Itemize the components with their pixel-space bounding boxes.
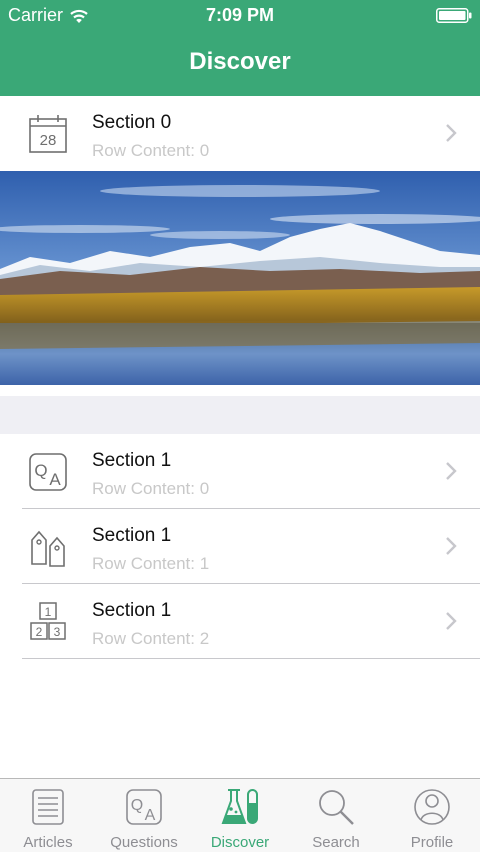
qa-icon: Q A — [126, 789, 162, 825]
chevron-right-icon — [446, 612, 457, 630]
newspaper-icon — [32, 789, 64, 825]
tab-bar: Articles Q A Questions Discover Search P… — [0, 778, 480, 852]
row-title: Section 1 — [92, 600, 172, 621]
battery-icon — [436, 8, 472, 23]
tab-label: Profile — [410, 834, 454, 851]
landscape-banner-image — [0, 171, 480, 385]
tags-icon — [31, 530, 65, 567]
list-item-section1-row2[interactable]: 1 2 3 Section 1 Row Content: 2 — [0, 584, 480, 659]
chevron-right-icon — [446, 462, 457, 480]
tab-label: Discover — [210, 834, 270, 851]
chevron-right-icon — [446, 537, 457, 555]
tab-questions[interactable]: Q A Questions — [96, 779, 192, 852]
chevron-right-icon — [446, 124, 457, 142]
svg-text:A: A — [145, 807, 156, 824]
row-title: Section 1 — [92, 525, 172, 546]
row-title: Section 0 — [92, 112, 172, 133]
tab-label: Questions — [110, 834, 178, 851]
list-item-section0-row0[interactable]: 28 Section 0 Row Content: 0 — [0, 96, 480, 171]
row-title: Section 1 — [92, 450, 172, 471]
row-subtitle: Row Content: 2 — [92, 629, 210, 648]
block-label: 1 — [45, 605, 52, 619]
status-bar: Carrier 7:09 PM — [0, 0, 480, 32]
search-icon — [319, 790, 354, 825]
list-item-section1-row0[interactable]: Q A Section 1 Row Content: 0 — [0, 434, 480, 509]
svg-text:A: A — [49, 470, 61, 489]
status-time: 7:09 PM — [205, 5, 275, 25]
row-divider — [22, 658, 480, 659]
page-title: Discover — [189, 48, 291, 75]
qa-icon: Q A — [29, 453, 67, 491]
flask-icon — [221, 789, 258, 824]
list-item-section1-row1[interactable]: Section 1 Row Content: 1 — [0, 509, 480, 584]
navigation-header: Carrier 7:09 PM Discover — [0, 0, 480, 96]
row-subtitle: Row Content: 0 — [92, 141, 210, 160]
calendar-day-label: 28 — [40, 132, 57, 149]
row-subtitle: Row Content: 1 — [92, 554, 210, 573]
section-spacer — [0, 396, 480, 434]
tab-articles[interactable]: Articles — [0, 779, 96, 852]
svg-text:Q: Q — [131, 797, 143, 814]
tab-label: Articles — [23, 834, 73, 851]
mountain-lake-picture — [0, 171, 480, 385]
tab-profile[interactable]: Profile — [384, 779, 480, 852]
calendar-icon: 28 — [29, 115, 67, 153]
block-label: 2 — [36, 625, 43, 639]
tab-discover[interactable]: Discover — [192, 779, 288, 852]
row-subtitle: Row Content: 0 — [92, 479, 210, 498]
profile-icon — [414, 789, 450, 825]
svg-text:Q: Q — [34, 461, 47, 480]
tab-label: Search — [312, 834, 360, 851]
numbered-blocks-icon: 1 2 3 — [30, 602, 66, 640]
tab-search[interactable]: Search — [288, 779, 384, 852]
block-label: 3 — [54, 625, 61, 639]
